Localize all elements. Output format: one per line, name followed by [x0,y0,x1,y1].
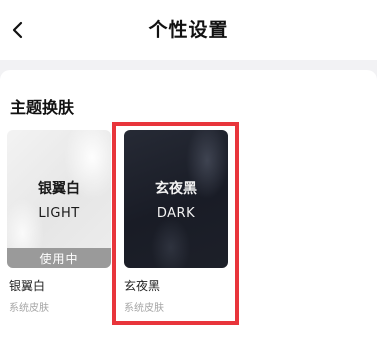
theme-card-subtitle: DARK [156,206,196,221]
theme-label-light: 银翼白 [9,279,46,293]
theme-panel: 主题换肤 银翼白 LIGHT 使用中 银翼白 系统皮肤 玄夜黑 DARK 玄夜黑… [0,70,377,343]
theme-card-subtitle: LIGHT [38,206,80,221]
in-use-badge: 使用中 [7,248,111,268]
header: 个性设置 [0,0,377,60]
page-title: 个性设置 [148,19,229,41]
theme-label-dark: 玄夜黑 [124,279,161,293]
theme-card-dark[interactable]: 玄夜黑 DARK [124,130,228,268]
section-title: 主题换肤 [10,98,75,117]
theme-card-name: 银翼白 [38,181,80,197]
theme-card-light[interactable]: 银翼白 LIGHT 使用中 [7,130,111,268]
theme-card-name: 玄夜黑 [155,181,197,197]
theme-type-dark: 系统皮肤 [124,303,164,314]
theme-type-light: 系统皮肤 [9,303,49,314]
